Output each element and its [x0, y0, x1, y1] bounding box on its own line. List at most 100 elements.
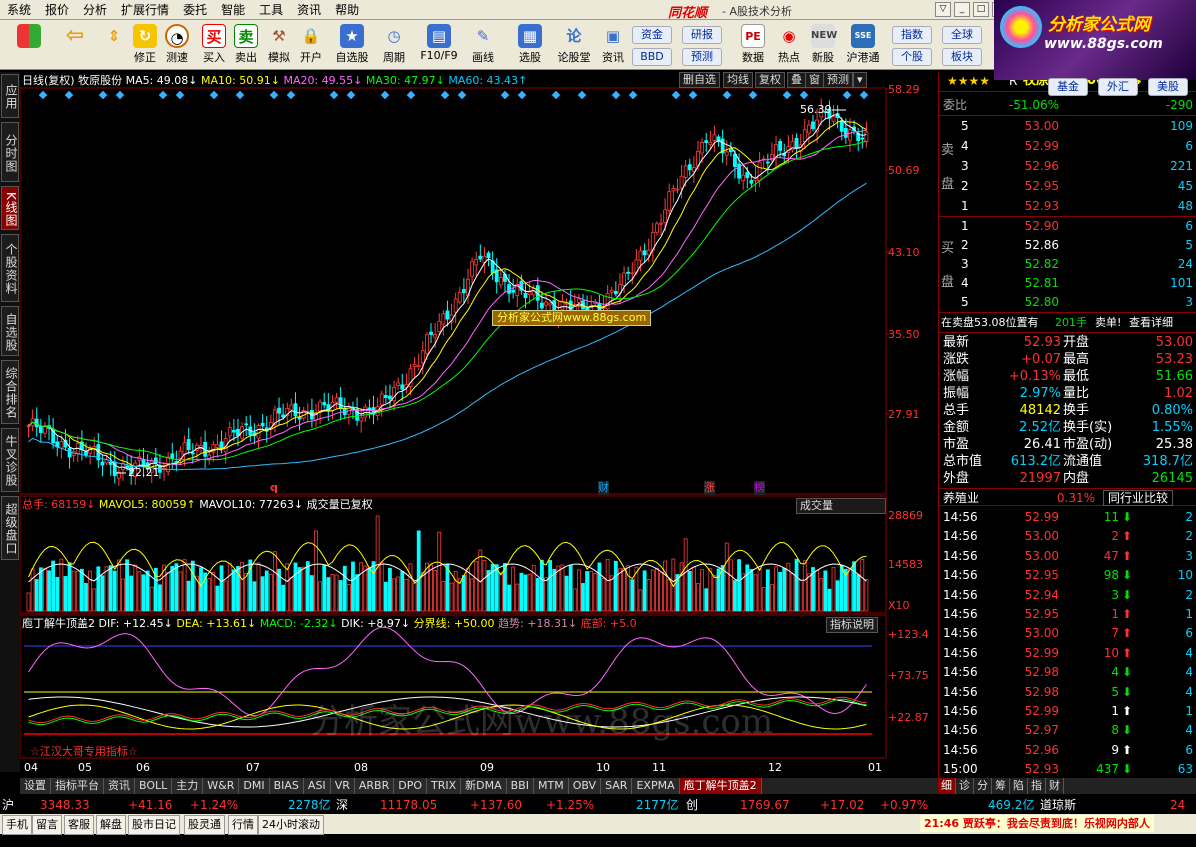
view-detail-link[interactable]: 查看详细 [1129, 314, 1173, 332]
toolbar-back-button[interactable]: ⇦ [58, 21, 92, 69]
review-button[interactable]: 解盘 [96, 815, 126, 835]
diary-button[interactable]: 股市日记 [128, 815, 180, 835]
toolbar-open-account-button[interactable]: 🔒 开户 [294, 21, 328, 69]
funds-button[interactable]: 资金 [632, 26, 672, 44]
toolbar-buy-button[interactable]: 买买入 [197, 21, 231, 69]
forecast-toggle-button[interactable]: 预测 [823, 72, 853, 88]
gulingtong-button[interactable]: 股灵通 [184, 815, 225, 835]
toolbar-hkconnect-button[interactable]: SSE HK 沪港通 [843, 21, 883, 69]
menu-quote[interactable]: 报价 [38, 0, 76, 20]
news-marquee[interactable]: 21:46 贾跃亭：我会尽责到底！乐视网内部人 [920, 815, 1154, 832]
sh-value[interactable]: 3348.33 [40, 796, 90, 814]
toolbar-refresh-button[interactable]: ↻ 修正 [128, 21, 162, 69]
toolbar-hot-button[interactable]: ◉ 热点 [772, 21, 806, 69]
event-marker[interactable]: q [270, 481, 278, 495]
indicator-tab[interactable]: 主力 [172, 778, 204, 794]
volume-indicator-select[interactable]: 成交量 [796, 498, 886, 514]
message-button[interactable]: 留言 [32, 815, 62, 835]
indicator-tab[interactable]: DMI [239, 778, 270, 794]
tab-stock-profile[interactable]: 个股资料 [1, 234, 19, 302]
toolbar-simulate-button[interactable]: ⚒ 模拟 [262, 21, 296, 69]
toolbar-watchlist-button[interactable]: ★ 自选股 [332, 21, 372, 69]
mobile-button[interactable]: 手机 [2, 815, 32, 835]
minimize-button[interactable]: _ [954, 2, 970, 17]
indicator-tab[interactable]: BOLL [135, 778, 173, 794]
maximize-button[interactable]: □ [973, 2, 989, 17]
market-button[interactable]: 行情 [228, 815, 258, 835]
window-button[interactable]: 窗 [805, 72, 824, 88]
bbd-button[interactable]: BBD [632, 48, 672, 66]
side-tab[interactable]: 细 [938, 778, 956, 794]
overlay-button[interactable]: 叠 [787, 72, 806, 88]
indicator-tab[interactable]: DPO [394, 778, 427, 794]
indicator-tab[interactable]: EXPMA [632, 778, 680, 794]
service-button[interactable]: 客服 [64, 815, 94, 835]
tab-intraday[interactable]: 分时图 [1, 122, 19, 182]
chevron-down-icon[interactable]: ▾ [853, 72, 867, 88]
tab-kline[interactable]: K线图 [1, 186, 19, 230]
forecast-button[interactable]: 预测 [682, 48, 722, 66]
index-button[interactable]: 指数 [892, 26, 932, 44]
side-tab[interactable]: 诊 [956, 778, 974, 794]
ranking-marker[interactable]: 榜 [754, 481, 765, 495]
ma-button[interactable]: 均线 [723, 72, 753, 88]
dj-value[interactable]: 24 [1170, 796, 1185, 814]
toolbar-screener-button[interactable]: ▦ 选股 [513, 21, 547, 69]
tab-super-orderbook[interactable]: 超级盘口 [1, 496, 19, 560]
global-button[interactable]: 全球 [942, 26, 982, 44]
menu-tools[interactable]: 工具 [252, 0, 290, 20]
cy-value[interactable]: 1769.67 [740, 796, 790, 814]
toolbar-news-button[interactable]: ▣ 资讯 [596, 21, 630, 69]
tab-ranking[interactable]: 综合排名 [1, 360, 19, 424]
industry-compare-button[interactable]: 同行业比较 [1103, 490, 1174, 506]
toolbar-forum-button[interactable]: 论论股堂 [554, 21, 594, 69]
indicator-tab[interactable]: 指标平台 [51, 778, 104, 794]
chart-canvas[interactable] [20, 72, 938, 778]
side-tab[interactable]: 指 [1028, 778, 1046, 794]
tab-apps[interactable]: 应用 [1, 74, 19, 118]
toolbar-speed-button[interactable]: ◔ 测速 [160, 21, 194, 69]
toolbar-grid-button[interactable] [12, 21, 46, 69]
indicator-tab[interactable]: TRIX [426, 778, 462, 794]
us-stock-button[interactable]: 美股 [1148, 78, 1188, 96]
indicator-tab[interactable]: ARBR [354, 778, 395, 794]
menu-system[interactable]: 系统 [0, 0, 38, 20]
indicator-tab[interactable]: MTM [533, 778, 569, 794]
indicator-tab[interactable]: BBI [506, 778, 534, 794]
tab-diagnosis[interactable]: 牛叉诊股 [1, 428, 19, 492]
toolbar-period-button[interactable]: ◷ 周期 [377, 21, 411, 69]
toolbar-updown-button[interactable]: ⇕ [97, 21, 131, 69]
rolling-news-button[interactable]: 24小时滚动 [258, 815, 324, 835]
toolbar-data-button[interactable]: PE 数据 [736, 21, 770, 69]
indicator-tab[interactable]: 资讯 [104, 778, 135, 794]
tab-watchlist[interactable]: 自选股 [1, 306, 19, 356]
remove-watchlist-button[interactable]: 删自选 [679, 72, 720, 88]
indicator-help-button[interactable]: 指标说明 [826, 617, 878, 633]
toolbar-draw-button[interactable]: ✎ 画线 [466, 21, 500, 69]
adjust-button[interactable]: 复权 [755, 72, 785, 88]
stock-button[interactable]: 个股 [892, 48, 932, 66]
side-tab[interactable]: 财 [1046, 778, 1064, 794]
indicator-tab[interactable]: 新DMA [461, 778, 507, 794]
menu-trade[interactable]: 委托 [176, 0, 214, 20]
forex-button[interactable]: 外汇 [1098, 78, 1138, 96]
research-button[interactable]: 研报 [682, 26, 722, 44]
toolbar-f10-button[interactable]: ▤ F10/F9 [418, 21, 460, 69]
indicator-tab[interactable]: ASI [303, 778, 331, 794]
menu-analysis[interactable]: 分析 [76, 0, 114, 20]
menu-smart[interactable]: 智能 [214, 0, 252, 20]
menu-help[interactable]: 帮助 [328, 0, 366, 20]
indicator-tab[interactable]: 设置 [20, 778, 51, 794]
toolbar-newstock-button[interactable]: NEW 新股 [806, 21, 840, 69]
side-tab[interactable]: 筹 [992, 778, 1010, 794]
finance-marker[interactable]: 财 [598, 481, 609, 495]
indicator-tab[interactable]: OBV [568, 778, 602, 794]
large-order-notice[interactable]: 在卖盘53.08位置有 201手 卖单! 查看详细 [939, 314, 1196, 332]
window-menu-button[interactable]: ▽ [935, 2, 951, 17]
fund-button[interactable]: 基金 [1048, 78, 1088, 96]
toolbar-sell-button[interactable]: 卖卖出 [229, 21, 263, 69]
indicator-tab[interactable]: W&R [203, 778, 240, 794]
indicator-tab[interactable]: SAR [601, 778, 633, 794]
side-tab[interactable]: 陷 [1010, 778, 1028, 794]
indicator-tab[interactable]: 庖丁解牛顶盖2 [679, 778, 762, 794]
